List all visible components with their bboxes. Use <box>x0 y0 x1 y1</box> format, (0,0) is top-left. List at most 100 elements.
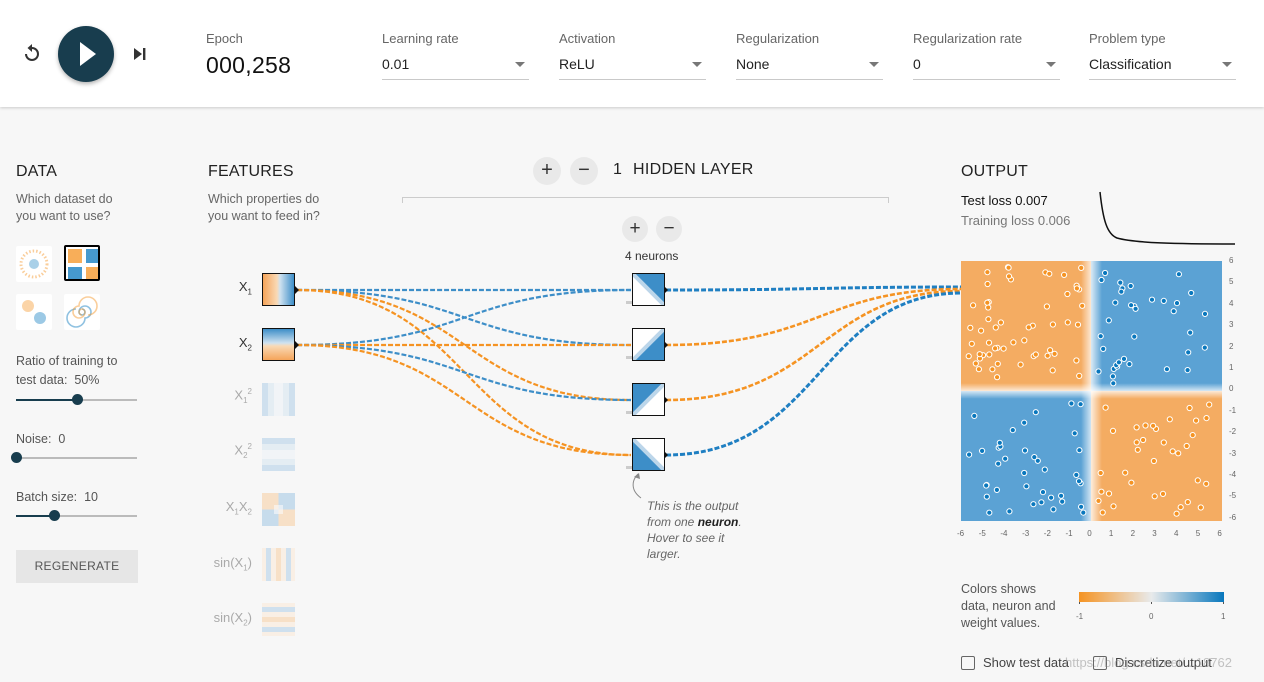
data-point <box>1120 355 1128 363</box>
data-point <box>1151 493 1158 500</box>
data-point <box>985 339 993 346</box>
data-point <box>986 509 993 516</box>
link-n3-out[interactable] <box>665 289 963 402</box>
neuron-1-heatmap <box>631 272 666 307</box>
data-point <box>1076 447 1083 454</box>
training-loss: Training loss 0.006 <box>961 213 1070 228</box>
output-heatmap[interactable] <box>961 261 1222 521</box>
x-tick: -2 <box>1043 529 1051 538</box>
x-tick: 2 <box>1130 529 1136 538</box>
data-point <box>1021 469 1028 477</box>
y-tick: -6 <box>1229 512 1237 522</box>
data-point <box>1197 504 1204 511</box>
data-point <box>1064 319 1071 326</box>
data-point <box>1097 333 1104 340</box>
data-point <box>1163 366 1170 373</box>
y-tick: 1 <box>1229 363 1234 372</box>
y-tick: -2 <box>1229 427 1237 437</box>
data-point <box>985 304 992 311</box>
data-point <box>1099 509 1106 516</box>
data-point <box>1127 282 1134 290</box>
show-test-data-checkbox[interactable]: Show test data <box>961 655 1069 670</box>
data-point <box>1175 271 1182 278</box>
data-point <box>1078 503 1085 510</box>
link-n2-out[interactable] <box>665 287 963 347</box>
data-point <box>1006 508 1013 515</box>
data-point <box>1189 432 1196 439</box>
data-point <box>1109 373 1116 380</box>
data-point <box>983 482 990 489</box>
checkbox-icon[interactable] <box>961 656 975 670</box>
data-point <box>1047 347 1054 354</box>
data-point <box>1193 417 1200 424</box>
data-point <box>979 447 986 454</box>
color-scale-bar <box>1079 592 1224 604</box>
x-tick: 5 <box>1195 529 1201 538</box>
data-point <box>1074 321 1082 328</box>
hidden-neuron-2[interactable] <box>631 327 666 362</box>
data-point <box>972 360 979 367</box>
test-loss: Test loss 0.007 <box>961 193 1048 208</box>
colors-legend-line2: data, neuron and <box>961 599 1056 613</box>
training-loss-label: Training loss <box>961 213 1035 228</box>
link-n4-out[interactable] <box>665 291 963 457</box>
data-point <box>1021 337 1028 344</box>
data-point <box>971 412 978 419</box>
data-point <box>1110 380 1117 387</box>
x-tick: 3 <box>1152 529 1157 538</box>
data-point <box>1073 285 1081 292</box>
data-point <box>1041 466 1048 473</box>
data-point <box>1109 427 1117 434</box>
y-tick: 0 <box>1229 384 1234 394</box>
data-point <box>1009 427 1016 434</box>
data-point <box>1032 409 1039 416</box>
data-point <box>1133 439 1140 446</box>
hidden-neuron-1[interactable] <box>631 272 666 307</box>
data-point <box>1142 422 1149 429</box>
data-point <box>1061 271 1068 278</box>
neuron-4-heatmap <box>631 437 666 472</box>
x-tick: -3 <box>1022 529 1030 538</box>
feature-x1-port <box>295 286 299 294</box>
data-point <box>1110 503 1117 510</box>
data-point <box>1080 509 1087 516</box>
link-x2-n4[interactable] <box>296 343 632 457</box>
link-x2-n3[interactable] <box>296 343 632 402</box>
y-tick: 5 <box>1229 277 1234 287</box>
data-point <box>1097 469 1104 477</box>
data-point <box>1021 419 1028 426</box>
hidden-neuron-4[interactable] <box>631 437 666 472</box>
data-point <box>1140 436 1147 444</box>
hidden-neuron-3[interactable] <box>631 382 666 417</box>
x-tick: 0 <box>1087 529 1092 538</box>
link-n1-out[interactable] <box>665 285 963 292</box>
data-point <box>1076 372 1083 380</box>
data-point <box>1025 324 1032 331</box>
data-point <box>983 493 990 500</box>
data-point <box>1044 352 1051 359</box>
data-point <box>1051 350 1058 357</box>
data-point <box>1206 401 1213 408</box>
data-point <box>1177 504 1184 511</box>
link-x2-n1[interactable] <box>296 288 632 347</box>
data-point <box>1203 415 1210 422</box>
data-point <box>1166 416 1173 423</box>
data-point <box>1031 454 1038 461</box>
data-point <box>1131 333 1138 340</box>
neuron-output-ports <box>664 286 668 459</box>
training-loss-value: 0.006 <box>1037 213 1071 228</box>
data-point <box>1049 367 1056 374</box>
data-point <box>1150 422 1157 429</box>
x-tick: -1 <box>1065 529 1073 538</box>
data-point <box>1173 510 1180 517</box>
data-point <box>1038 499 1045 506</box>
data-point <box>1017 361 1024 368</box>
data-point <box>1043 303 1051 310</box>
data-point <box>1170 308 1177 315</box>
data-point <box>1050 506 1057 513</box>
data-point <box>986 351 993 358</box>
data-point <box>1105 317 1112 324</box>
data-point <box>1078 264 1085 271</box>
x-tick: 4 <box>1174 529 1179 538</box>
data-point <box>966 451 973 458</box>
